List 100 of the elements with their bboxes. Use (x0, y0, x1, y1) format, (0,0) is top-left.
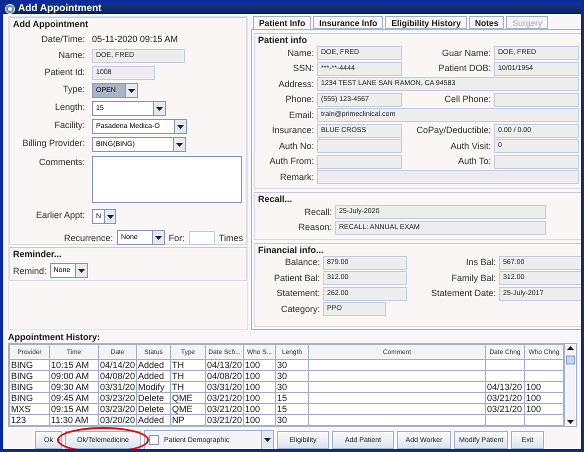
text-field[interactable] (317, 170, 579, 184)
table-cell: 09:45 AM (51, 393, 90, 403)
window-title: Add Appointment (18, 3, 102, 14)
table-cell: 10:15 AM (51, 360, 90, 370)
table-cell: 100 (245, 360, 260, 370)
field-label: Patient Bal: (272, 272, 320, 284)
field-label: Name: (57, 49, 85, 62)
date-time-text: 05-11-2020 09:15 AM (92, 33, 178, 46)
table-cell: 100 (526, 393, 542, 403)
field-label: Balance: (284, 256, 320, 269)
table-cell: 100 (526, 382, 542, 392)
table-cell: QME (172, 393, 193, 403)
app-icon (5, 4, 15, 14)
tab[interactable]: Patient Info (253, 16, 312, 29)
table-cell: 100 (245, 393, 260, 403)
checkbox[interactable] (149, 435, 159, 445)
text-field[interactable] (317, 154, 402, 168)
table-cell: 123 (11, 415, 26, 425)
table-cell: 09:30 AM (51, 382, 90, 392)
field-label: Insurance: (270, 124, 314, 137)
field-label: Name: (286, 46, 314, 60)
field-label: Reason: (297, 221, 332, 234)
field-label: Earlier Appt: (34, 209, 85, 222)
table-cell: 30 (277, 415, 288, 425)
field-label: Remark: (278, 170, 314, 184)
table-cell: 15 (277, 404, 288, 414)
table-cell: 15 (277, 393, 288, 403)
table-cell: 30 (277, 371, 288, 381)
table-cell: 30 (277, 382, 288, 392)
table-cell: 100 (526, 404, 542, 414)
table-cell: MXS (11, 404, 31, 414)
field-label: Remind: (13, 266, 47, 276)
table-cell: BING (11, 382, 34, 392)
tab[interactable]: Insurance Info (313, 16, 384, 29)
field-label: Auth No: (278, 140, 314, 152)
group-title: Financial info... (258, 244, 325, 256)
field-label: Statement: (275, 287, 320, 300)
times-field[interactable] (188, 230, 215, 244)
table-cell: 04/13/20 (207, 360, 242, 370)
table-cell: QME (172, 404, 193, 414)
table-cell: Delete (138, 393, 164, 403)
table-cell: Added (138, 371, 164, 381)
comments-field[interactable] (92, 156, 242, 203)
table-cell: TH (172, 371, 184, 381)
table-cell: 04/08/20 (207, 371, 242, 381)
table-cell: TH (172, 382, 184, 392)
table-cell: Delete (138, 404, 164, 414)
field-label: Family Bal: (450, 272, 496, 284)
table-cell: TH (172, 360, 184, 370)
field-label: Comments: (38, 156, 85, 169)
scrollbar[interactable] (564, 344, 576, 426)
table-cell: Added (138, 415, 164, 425)
table-cell: BING (11, 371, 34, 381)
table-cell: 100 (245, 415, 260, 425)
group-title: Reminder... (13, 248, 63, 260)
table-cell: 11:30 AM (51, 415, 88, 425)
table-cell: 03/21/20 (487, 393, 522, 403)
field-label: Phone: (284, 93, 314, 106)
table-cell: 04/13/20 (487, 382, 522, 392)
field-label: Patient Id: (43, 66, 85, 79)
table-cell: 03/21/20 (207, 404, 242, 414)
tab[interactable]: Eligibility History (385, 16, 467, 29)
field-label: SSN: (292, 62, 314, 75)
group-title: Recall... (258, 193, 294, 205)
table-cell: 100 (245, 382, 260, 392)
field-label: Email: (288, 108, 314, 122)
field-label: Address: (277, 78, 314, 90)
field-label: Facility: (53, 119, 85, 132)
field-label: Cell Phone: (443, 93, 491, 106)
table-cell: 03/31/20 (207, 382, 242, 392)
text-field[interactable] (317, 139, 402, 153)
field-label: Times (218, 232, 243, 242)
field-label: CoPay/Deductible: (415, 124, 491, 137)
table-cell: 04/08/20 (100, 371, 136, 381)
tab[interactable]: Notes (468, 16, 504, 29)
field-label: Recurrence: (64, 232, 114, 242)
table-cell: NP (172, 415, 185, 425)
table-cell: 03/31/20 (100, 382, 136, 392)
field-label: Recall: (303, 206, 332, 218)
text-field[interactable] (494, 154, 579, 168)
field-label: Guar Name: (440, 46, 491, 60)
field-label: Type: (62, 83, 85, 96)
table-cell: 03/21/20 (207, 393, 242, 403)
text-field[interactable] (494, 92, 579, 106)
group-title: Patient info (258, 34, 308, 46)
table-cell: 03/21/20 (207, 415, 242, 425)
field-label: Date/Time: (40, 33, 85, 46)
field-label: Auth To: (457, 155, 491, 168)
field-label: Billing Provider: (21, 137, 85, 150)
table-cell: 03/23/20 (100, 404, 136, 414)
table-cell: Modify (138, 382, 165, 392)
field-label: Ins Bal: (464, 256, 496, 269)
field-label: Auth Visit: (450, 140, 491, 152)
table-cell: 03/20/20 (100, 415, 136, 425)
field-label: For: (168, 232, 185, 242)
field-label: Statement Date: (430, 287, 496, 300)
table-cell: 03/21/20 (487, 404, 522, 414)
table-cell: 03/23/20 (100, 393, 136, 403)
table-cell: 100 (245, 404, 260, 414)
field-label: Length: (54, 101, 85, 114)
